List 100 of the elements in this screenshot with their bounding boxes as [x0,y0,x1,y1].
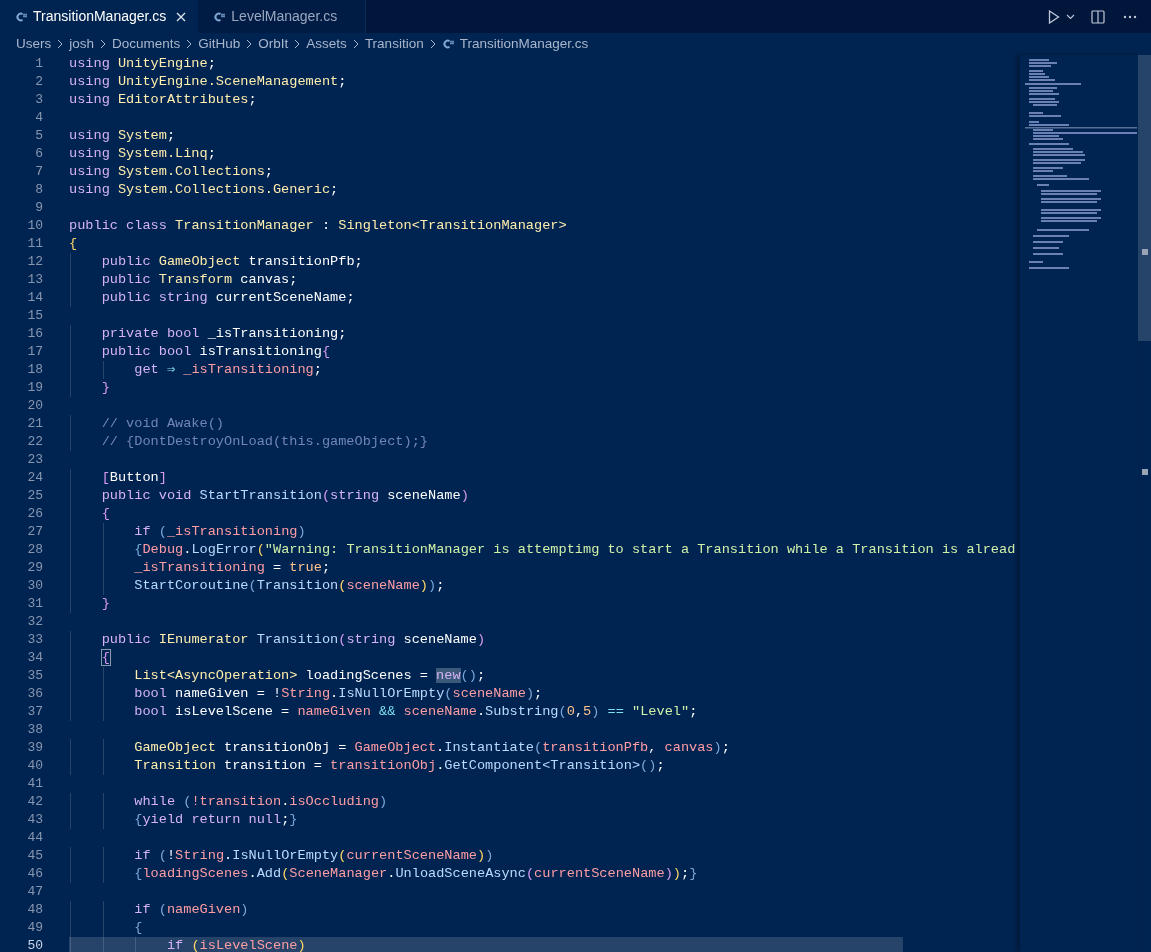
code-line: using UnityEngine; [69,55,216,73]
code-line: using UnityEngine.SceneManagement; [69,73,347,91]
line-number: 13 [26,271,43,290]
line-number: 35 [26,667,43,686]
code-line: GameObject transitionObj = GameObject.Instantiate(transitionPfb, canvas); [133,739,730,757]
breadcrumb-item[interactable]: OrbIt [258,33,289,55]
code-line: public Transform canvas; [100,271,298,289]
code-line: get ⇒ _isTransitioning; [133,361,322,379]
line-number: 8 [34,181,43,200]
line-number: 43 [26,811,43,830]
scrollbar-thumb[interactable] [1138,55,1151,341]
code-line: if (isLevelScene) [165,937,306,952]
line-number: 38 [26,721,43,740]
line-number: 49 [26,919,43,938]
breadcrumb-item[interactable]: TransitionManager.cs [459,33,589,55]
code-line: // {DontDestroyOnLoad(this.gameObject);} [100,433,428,451]
line-number: 22 [26,433,43,452]
line-number: 45 [26,847,43,866]
line-number: 36 [26,685,43,704]
code-line: { [100,505,110,523]
close-icon[interactable] [176,11,187,22]
line-number: 29 [26,559,43,578]
code-line: // void Awake() [100,415,224,433]
breadcrumb-item[interactable]: Documents [112,33,181,55]
line-number: 3 [34,91,43,110]
code-line: {loadingScenes.Add(SceneManager.UnloadSceneAsync(currentSceneName));} [133,865,698,883]
code-line: public bool isTransitioning{ [100,343,331,361]
code-line: bool isLevelScene = nameGiven && sceneName.Substring(0,5) == "Level"; [133,703,698,721]
chevron-right-icon [429,39,436,49]
line-number: 18 [26,361,43,380]
line-number: 16 [26,325,43,344]
code-line: public void StartTransition(string sceneName) [100,487,469,505]
line-number: 50 [26,937,43,952]
code-line: {Debug.LogError("Warning: TransitionManager is attemptimg to start a Transition while a Transition is alread [133,541,1016,559]
breadcrumb-item[interactable]: Users [16,33,52,55]
code-line: } [100,379,110,397]
chevron-right-icon [246,39,253,49]
line-number: 10 [26,217,43,236]
code-line: private bool _isTransitioning; [100,325,347,343]
csharp-file-icon [15,10,27,23]
code-line: public class TransitionManager : Singleton<TransitionManager> [69,217,567,235]
line-number: 39 [26,739,43,758]
chevron-right-icon [352,39,359,49]
code-line: using System.Collections; [69,163,273,181]
code-line: { [100,649,110,667]
tab-label[interactable]: LevelManager.cs [231,6,338,27]
code-line: StartCoroutine(Transition(sceneName)); [133,577,445,595]
line-number: 2 [34,73,43,92]
tab-label[interactable]: TransitionManager.cs [33,6,167,27]
editor-tab[interactable]: TransitionManager.cs [0,0,199,33]
line-number: 5 [34,127,43,146]
chevron-right-icon [294,39,301,49]
chevron-right-icon [100,39,107,49]
line-number: 1 [34,55,43,74]
code-line: public GameObject transitionPfb; [100,253,363,271]
breadcrumb-item[interactable]: Assets [306,33,347,55]
csharp-file-icon [213,10,226,23]
line-number: 17 [26,343,43,362]
line-number: 47 [26,883,43,902]
line-number: 28 [26,541,43,560]
line-number: 40 [26,757,43,776]
code-line: public IEnumerator Transition(string sceneName) [100,631,486,649]
code-line: using System; [69,127,176,145]
code-line: using System.Collections.Generic; [69,181,339,199]
line-number: 44 [26,829,43,848]
more-icon[interactable] [1123,14,1137,19]
run-icon[interactable] [1048,9,1060,24]
code-line: { [133,919,143,937]
line-number: 24 [26,469,43,488]
code-line: bool nameGiven = !String.IsNullOrEmpty(sceneName); [133,685,543,703]
minimap-drawing[interactable] [1025,57,1137,272]
breadcrumb-item[interactable]: GitHub [198,33,241,55]
line-number: 32 [26,613,43,632]
code-line: while (!transition.isOccluding) [133,793,388,811]
line-number: 25 [26,487,43,506]
line-number: 33 [26,631,43,650]
split-editor-icon[interactable] [1091,9,1105,24]
code-line: List<AsyncOperation> loadingScenes = new(); [133,667,486,685]
breadcrumb-item[interactable]: josh [69,33,95,55]
line-number: 31 [26,595,43,614]
line-number: 30 [26,577,43,596]
code-line: if (nameGiven) [133,901,249,919]
code-line: Transition transition = transitionObj.GetComponent<Transition>(); [133,757,665,775]
line-number: 26 [26,505,43,524]
code-line: { [69,235,78,253]
code-line: {yield return null;} [133,811,298,829]
line-number: 20 [26,397,43,416]
line-number: 42 [26,793,43,812]
line-number: 21 [26,415,43,434]
line-number: 46 [26,865,43,884]
code-line: [Button] [100,469,167,487]
editor-tab[interactable]: LevelManager.cs [198,0,367,33]
code-line: if (!String.IsNullOrEmpty(currentSceneName)) [133,847,494,865]
breadcrumb-item[interactable]: Transition [364,33,424,55]
line-number: 41 [26,775,43,794]
line-number: 11 [26,235,43,254]
scrollbar-marker [1142,469,1148,475]
code-line: using System.Linq; [69,145,216,163]
chevron-down-icon[interactable] [1066,13,1075,20]
line-number: 15 [26,307,43,326]
